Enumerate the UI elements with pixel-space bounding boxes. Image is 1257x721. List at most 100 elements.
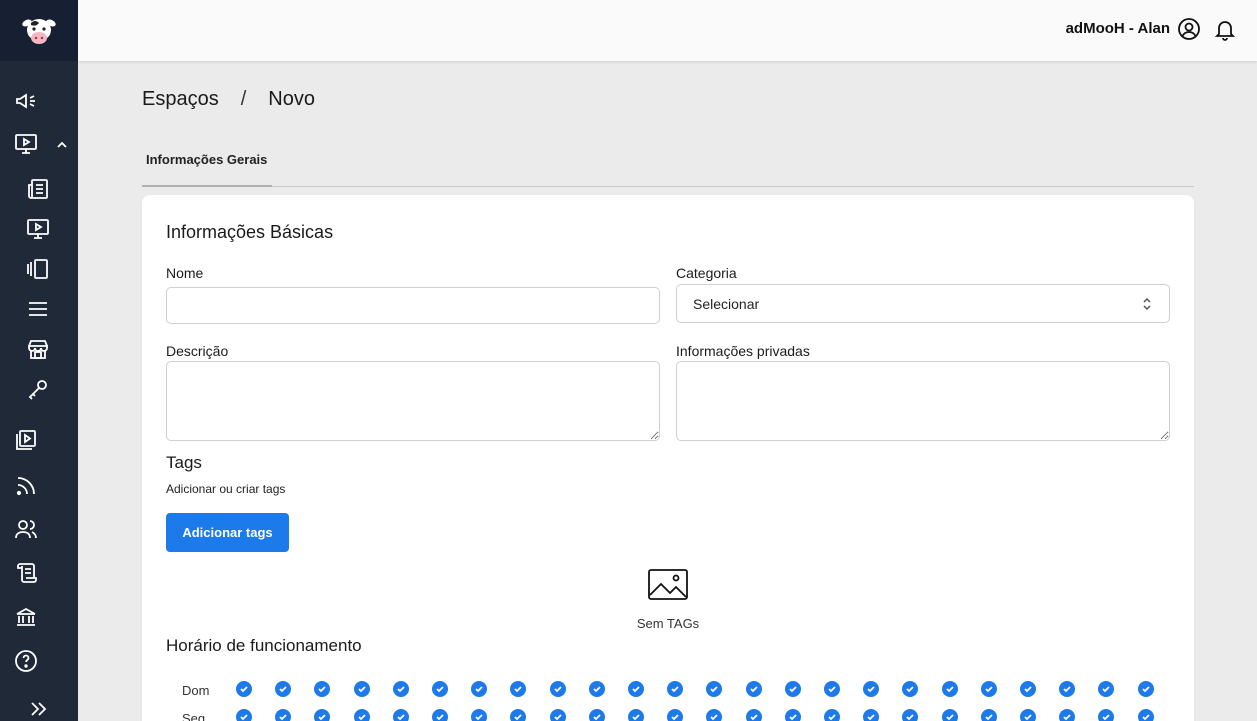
check-icon [867,714,875,721]
day-row-dom: Dom [166,681,1176,703]
check-icon [906,714,915,721]
hour-check[interactable] [236,681,252,697]
scroll-icon[interactable] [14,561,38,585]
carousel-icon[interactable] [26,257,50,281]
hour-check[interactable] [1098,709,1115,721]
help-icon[interactable] [14,649,38,673]
hour-check[interactable] [236,709,252,721]
notifications-bell-icon[interactable] [1213,17,1237,41]
newspaper-icon[interactable] [26,177,50,201]
hour-check[interactable] [745,709,762,721]
bank-icon[interactable] [14,605,38,629]
hour-check[interactable] [471,709,488,721]
cow-logo[interactable] [0,0,78,61]
check-icon [318,686,327,693]
name-input[interactable] [166,287,660,324]
check-icon [632,714,640,721]
hour-check[interactable] [432,681,448,697]
menu-lines-icon[interactable] [26,297,50,321]
hour-check[interactable] [745,681,762,697]
megaphone-icon[interactable] [14,89,38,113]
key-icon[interactable] [26,377,50,401]
hour-check[interactable] [549,709,566,721]
hour-check[interactable] [706,681,723,697]
hour-check[interactable] [863,709,880,721]
category-select[interactable]: Selecionar [676,284,1170,323]
check-icon [1024,714,1032,721]
chevron-up-icon[interactable] [55,138,69,152]
add-tags-button[interactable]: Adicionar tags [166,513,289,552]
expand-sidebar-icon[interactable] [26,697,50,721]
hour-check[interactable] [1137,709,1154,721]
check-icon [828,686,836,693]
hour-check[interactable] [588,681,605,697]
hour-check[interactable] [353,681,370,697]
check-icon [279,714,287,721]
store-icon[interactable] [26,337,50,361]
hour-check[interactable] [941,681,958,697]
private-info-label: Informações privadas [676,343,810,359]
tab-bar: Informações Gerais [142,140,1194,187]
check-icon [710,686,719,693]
hour-check[interactable] [1137,681,1154,697]
check-icon [436,686,444,693]
hour-check[interactable] [549,681,566,697]
user-name: adMooH - Alan [1065,20,1170,37]
hour-check[interactable] [706,709,723,721]
private-info-textarea[interactable] [676,361,1170,441]
rss-icon[interactable] [14,474,38,498]
playlist-icon[interactable] [14,428,38,452]
tags-title: Tags [166,453,202,472]
hour-check[interactable] [392,709,409,721]
check-icon [867,686,875,693]
check-icon [828,714,836,721]
hour-check[interactable] [353,709,370,721]
hour-check[interactable] [432,709,448,721]
hour-check[interactable] [1020,709,1036,721]
hour-check[interactable] [314,681,331,697]
check-icon [514,686,523,693]
hour-check[interactable] [314,709,331,721]
hour-check[interactable] [667,681,684,697]
hour-check[interactable] [902,709,919,721]
check-icon [593,686,601,693]
hour-check[interactable] [667,709,684,721]
hour-check[interactable] [471,681,488,697]
hour-check[interactable] [1059,681,1076,697]
hour-check[interactable] [784,709,801,721]
tab-informacoes-gerais[interactable]: Informações Gerais [142,140,272,187]
category-label: Categoria [676,265,737,281]
tags-subtitle: Adicionar ou criar tags [166,482,286,496]
sidebar [0,0,78,721]
hour-check[interactable] [510,709,527,721]
check-icon [906,686,915,693]
hour-check[interactable] [863,681,880,697]
hour-check[interactable] [628,709,644,721]
hour-check[interactable] [1098,681,1115,697]
hour-check[interactable] [275,709,292,721]
screen-play-icon[interactable] [26,217,50,241]
description-textarea[interactable] [166,361,660,441]
hour-check[interactable] [824,709,840,721]
check-icon [710,714,719,721]
hour-check[interactable] [980,709,997,721]
hour-check[interactable] [980,681,997,697]
hour-check[interactable] [824,681,840,697]
hour-check[interactable] [275,681,292,697]
category-selected-value: Selecionar [693,296,760,312]
user-account-icon[interactable] [1177,17,1201,41]
hour-check[interactable] [784,681,801,697]
hour-check[interactable] [510,681,527,697]
check-icon [1024,686,1032,693]
hour-check[interactable] [1059,709,1076,721]
monitor-play-icon[interactable] [14,132,38,156]
hour-check[interactable] [941,709,958,721]
hour-check[interactable] [392,681,409,697]
hour-check[interactable] [628,681,644,697]
users-icon[interactable] [14,517,38,541]
image-icon [648,569,688,600]
hour-check[interactable] [1020,681,1036,697]
hour-check[interactable] [902,681,919,697]
breadcrumb-espacos[interactable]: Espaços [142,88,219,111]
hour-check[interactable] [588,709,605,721]
